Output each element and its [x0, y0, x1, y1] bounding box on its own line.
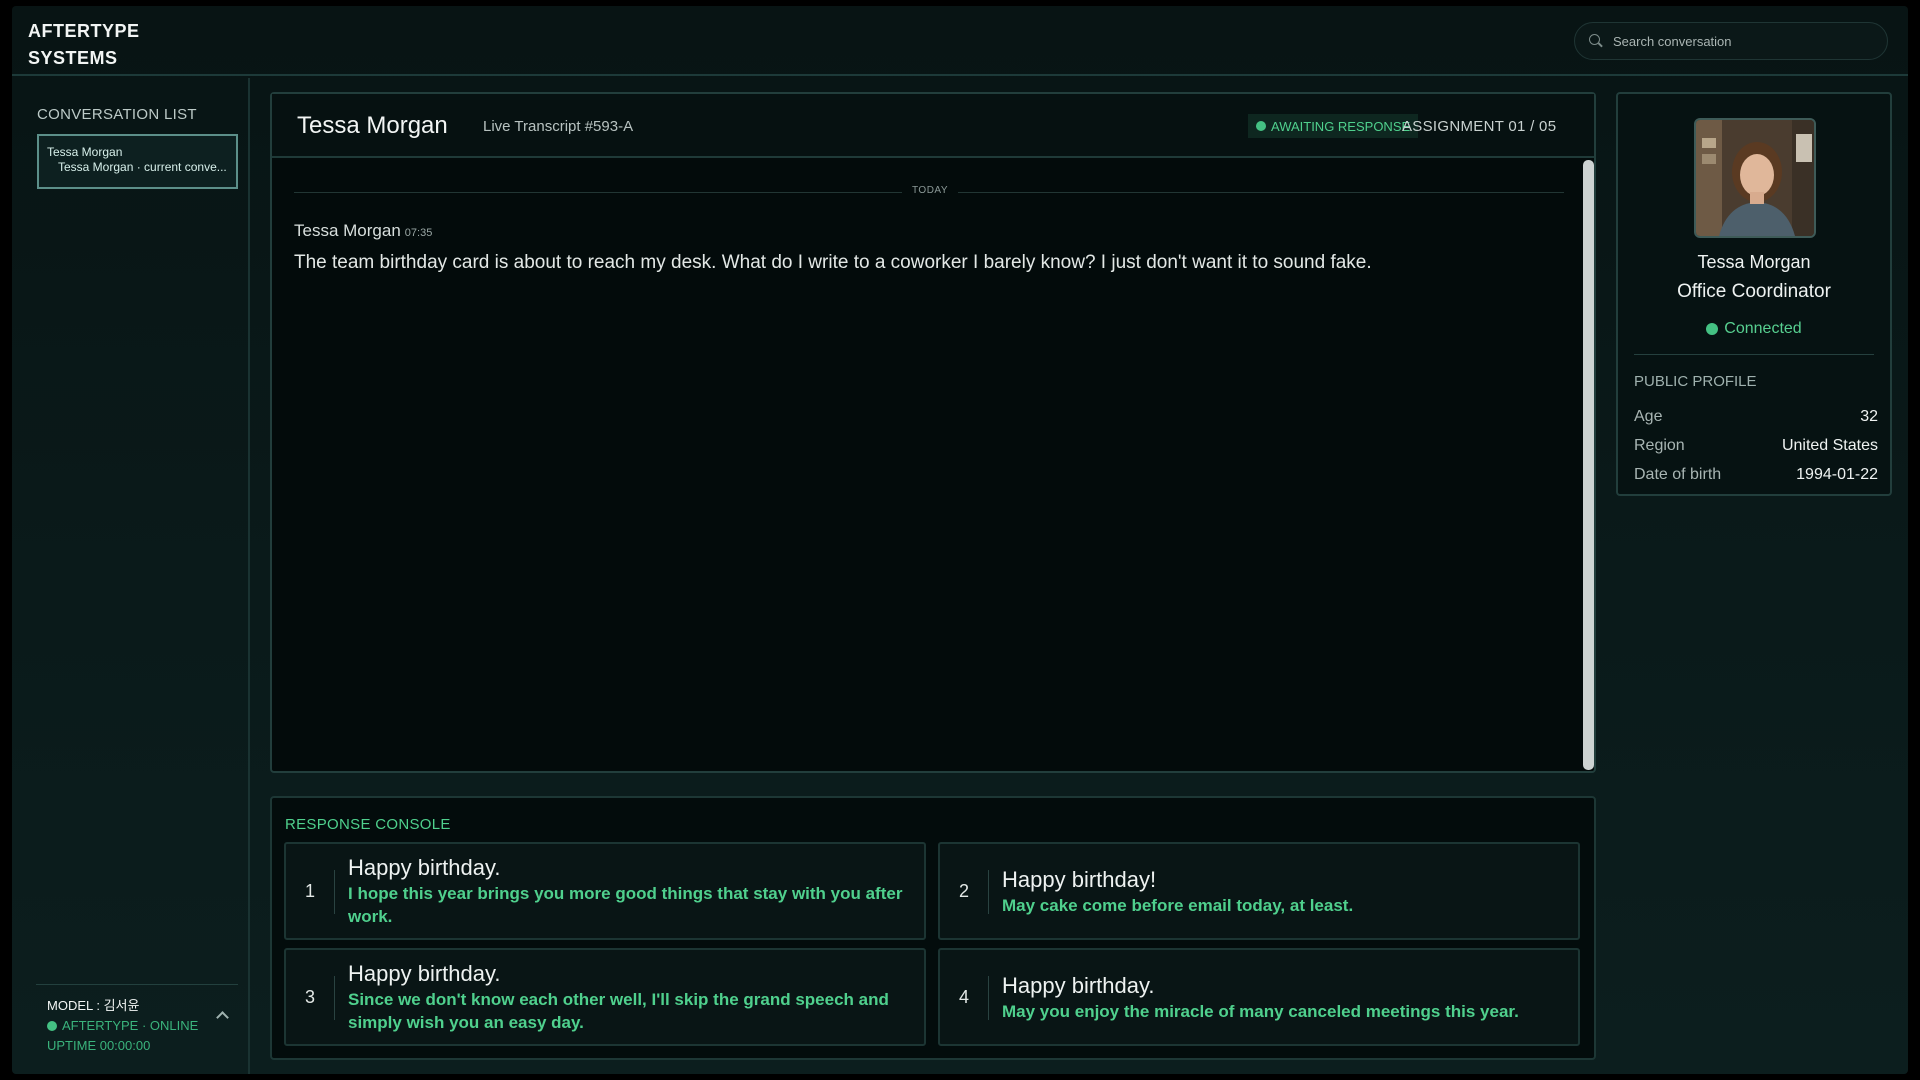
option-separator	[988, 976, 989, 1020]
option-heading: Happy birthday.	[348, 961, 501, 986]
option-separator	[334, 976, 335, 1020]
brand-line-2: SYSTEMS	[28, 48, 118, 68]
connected-dot-icon	[1706, 323, 1719, 335]
public-profile-title: PUBLIC PROFILE	[1634, 373, 1757, 390]
search-icon	[1589, 34, 1603, 48]
profile-field-dob: Date of birth 1994-01-22	[1634, 466, 1878, 484]
option-text: I hope this year brings you more good th…	[348, 884, 903, 926]
profile-field-region: Region United States	[1634, 437, 1878, 455]
assignment-counter: ASSIGNMENT 01 / 05	[1402, 118, 1557, 135]
conversation-list-title: CONVERSATION LIST	[37, 106, 197, 123]
option-separator	[334, 870, 335, 914]
model-label: MODEL : 김서윤	[47, 998, 140, 1013]
field-value: United States	[1781, 437, 1878, 454]
response-option-2[interactable]: 2 Happy birthday! May cake come before e…	[938, 842, 1580, 940]
conversation-item[interactable]: Tessa Morgan Tessa Morgan · current conv…	[37, 134, 238, 189]
online-dot-icon	[47, 1021, 57, 1031]
response-option-4[interactable]: 4 Happy birthday. May you enjoy the mira…	[938, 948, 1580, 1046]
conversation-sidebar: CONVERSATION LIST Tessa Morgan Tessa Mor…	[12, 78, 250, 1074]
field-label: Age	[1634, 408, 1663, 425]
field-label: Region	[1634, 437, 1685, 454]
response-option-1[interactable]: 1 Happy birthday. I hope this year bring…	[284, 842, 926, 940]
option-text: Since we don't know each other well, I'l…	[348, 990, 889, 1032]
transcript-scrollbar[interactable]	[1583, 160, 1594, 770]
status-dot-icon	[1256, 121, 1266, 131]
option-body: Happy birthday. Since we don't know each…	[348, 950, 908, 1044]
conversation-item-subtitle: Tessa Morgan · current conve...	[58, 160, 227, 174]
sidebar-divider	[36, 984, 238, 985]
option-text: May cake come before email today, at lea…	[1002, 895, 1354, 915]
status-badge-text: AWAITING RESPONSE	[1271, 118, 1411, 134]
transcript-header: Tessa Morgan Live Transcript #593-A AWAI…	[272, 94, 1594, 158]
uptime-text: UPTIME 00:00:00	[47, 1038, 151, 1053]
response-option-3[interactable]: 3 Happy birthday. Since we don't know ea…	[284, 948, 926, 1046]
option-number: 3	[304, 986, 315, 1007]
avatar-photo-icon	[1696, 120, 1814, 236]
profile-field-age: Age 32	[1634, 408, 1878, 426]
option-body: Happy birthday. May you enjoy the miracl…	[1002, 950, 1562, 1044]
profile-name: Tessa Morgan	[1697, 252, 1811, 272]
response-console: RESPONSE CONSOLE 1 Happy birthday. I hop…	[270, 796, 1596, 1060]
model-status-panel: MODEL : 김서윤 AFTERTYPE · ONLINE UPTIME 00…	[47, 996, 237, 1056]
option-body: Happy birthday! May cake come before ema…	[1002, 844, 1562, 938]
brand-logo: AFTERTYPE SYSTEMS	[28, 18, 148, 72]
search-input[interactable]	[1613, 33, 1863, 49]
transcript-id: Live Transcript #593-A	[483, 118, 634, 135]
message-text: The team birthday card is about to reach…	[294, 252, 1372, 273]
option-heading: Happy birthday!	[1002, 866, 1157, 892]
brand-line-1: AFTERTYPE	[28, 21, 140, 41]
option-heading: Happy birthday.	[1002, 972, 1155, 998]
contact-name: Tessa Morgan	[297, 112, 448, 139]
option-separator	[988, 870, 989, 914]
option-body: Happy birthday. I hope this year brings …	[348, 844, 908, 938]
connection-status: Connected	[1618, 320, 1890, 338]
option-number: 1	[304, 880, 315, 901]
profile-card: Tessa Morgan Office Coordinator Connecte…	[1616, 92, 1892, 496]
option-number: 2	[958, 880, 969, 901]
model-status-text: AFTERTYPE · ONLINE	[62, 1018, 199, 1033]
message-author: Tessa Morgan 07:35	[294, 221, 432, 241]
option-text: May you enjoy the miracle of many cancel…	[1002, 1001, 1519, 1021]
transcript-panel: Tessa Morgan Live Transcript #593-A AWAI…	[270, 92, 1596, 773]
field-value: 1994-01-22	[1796, 466, 1878, 483]
profile-divider	[1634, 354, 1874, 355]
status-badge: AWAITING RESPONSE	[1248, 114, 1419, 138]
profile-role: Office Coordinator	[1677, 281, 1831, 302]
message-time: 07:35	[404, 227, 433, 239]
conversation-item-name: Tessa Morgan	[47, 145, 123, 159]
day-divider-label: TODAY	[902, 185, 959, 196]
avatar	[1694, 118, 1816, 238]
option-heading: Happy birthday.	[348, 855, 501, 880]
field-value: 32	[1860, 408, 1878, 425]
top-bar: AFTERTYPE SYSTEMS	[12, 6, 1908, 76]
connection-status-text: Connected	[1724, 320, 1802, 337]
response-console-title: RESPONSE CONSOLE	[285, 816, 451, 833]
message-author-name: Tessa Morgan	[294, 221, 401, 240]
field-label: Date of birth	[1634, 466, 1722, 483]
search-box[interactable]	[1574, 22, 1888, 60]
app-window: AFTERTYPE SYSTEMS CONVERSATION LIST Tess…	[12, 6, 1908, 1074]
model-online-status: AFTERTYPE · ONLINE	[47, 1016, 237, 1036]
option-number: 4	[958, 986, 969, 1007]
